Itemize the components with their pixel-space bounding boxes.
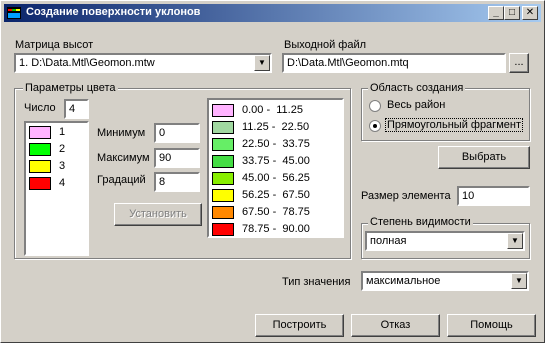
count-input[interactable]: 4: [64, 99, 89, 119]
color-num-4: 4: [59, 177, 66, 189]
output-label: Выходной файл: [284, 39, 367, 51]
window-title: Создание поверхности уклонов: [26, 6, 201, 18]
legend-row[interactable]: 11.25 - 22.50: [212, 120, 340, 135]
color-num-1: 1: [59, 126, 66, 138]
radio-rect[interactable]: Прямоугольный фрагмент: [369, 118, 527, 134]
legend-row[interactable]: 45.00 - 56.25: [212, 171, 340, 186]
legend-range: 33.75 - 45.00: [242, 155, 310, 167]
min-label: Минимум: [97, 127, 146, 139]
minimize-icon: _: [493, 7, 499, 18]
min-input[interactable]: 0: [154, 123, 200, 143]
color-swatch-1: [29, 126, 51, 139]
radio-all-circle[interactable]: [369, 100, 381, 112]
matrix-label: Матрица высот: [15, 39, 94, 51]
value-type-label: Тип значения: [282, 276, 351, 288]
grad-label: Градаций: [97, 174, 146, 186]
cancel-button-label: Отказ: [380, 319, 411, 331]
color-params-label: Параметры цвета: [23, 82, 118, 94]
help-button[interactable]: Помощь: [447, 314, 536, 337]
app-icon: [7, 7, 21, 19]
grad-value: 8: [159, 176, 166, 188]
color-swatch-4: [29, 177, 51, 190]
legend-swatch: [212, 189, 234, 202]
radio-selected-dot: [373, 124, 377, 128]
legend-swatch: [212, 206, 234, 219]
legend-row[interactable]: 0.00 - 11.25: [212, 103, 340, 118]
color-swatch-3: [29, 160, 51, 173]
cancel-button[interactable]: Отказ: [351, 314, 440, 337]
legend-range: 45.00 - 56.25: [242, 172, 310, 184]
element-size-label: Размер элемента: [361, 190, 451, 202]
legend-swatch: [212, 223, 234, 236]
visibility-value: полная: [370, 235, 407, 247]
element-size-input[interactable]: 10: [457, 186, 530, 206]
output-file-value: D:\Data.Mtl\Geomon.mtq: [287, 57, 409, 69]
select-button[interactable]: Выбрать: [438, 146, 530, 169]
min-value: 0: [159, 127, 166, 139]
matrix-select-value: 1. D:\Data.Mtl\Geomon.mtw: [19, 57, 155, 69]
legend-range: 22.50 - 33.75: [242, 138, 310, 150]
color-num-3: 3: [59, 160, 66, 172]
maximize-button[interactable]: □: [504, 6, 520, 20]
legend-range: 56.25 - 67.50: [242, 189, 310, 201]
max-input[interactable]: 90: [154, 148, 200, 168]
radio-all-label: Весь район: [387, 99, 446, 111]
legend-range: 0.00 - 11.25: [242, 104, 303, 116]
legend-row[interactable]: 67.50 - 78.75: [212, 205, 340, 220]
legend-swatch: [212, 121, 234, 134]
set-button[interactable]: Установить: [114, 203, 202, 226]
grad-input[interactable]: 8: [154, 172, 200, 192]
close-button[interactable]: ✕: [522, 6, 538, 20]
minimize-button[interactable]: _: [488, 6, 504, 20]
visibility-label: Степень видимости: [368, 216, 473, 228]
radio-rect-circle[interactable]: [369, 120, 381, 132]
chevron-down-icon[interactable]: ▼: [511, 273, 527, 289]
color-list[interactable]: 1 2 3 4: [24, 121, 89, 256]
browse-button-label: ...: [514, 56, 524, 68]
color-num-2: 2: [59, 143, 66, 155]
count-value: 4: [69, 103, 76, 115]
legend-swatch: [212, 138, 234, 151]
output-file-input[interactable]: D:\Data.Mtl\Geomon.mtq: [282, 53, 506, 73]
legend-swatch: [212, 172, 234, 185]
radio-rect-label: Прямоугольный фрагмент: [385, 118, 523, 132]
element-size-value: 10: [462, 190, 475, 202]
max-label: Максимум: [97, 152, 150, 164]
max-value: 90: [159, 152, 172, 164]
chevron-down-icon[interactable]: ▼: [254, 55, 270, 71]
legend-swatch: [212, 155, 234, 168]
matrix-select[interactable]: 1. D:\Data.Mtl\Geomon.mtw ▼: [14, 53, 272, 73]
legend-range: 78.75 - 90.00: [242, 223, 310, 235]
select-button-label: Выбрать: [461, 151, 507, 163]
chevron-down-icon[interactable]: ▼: [507, 233, 523, 249]
area-label: Область создания: [368, 82, 466, 94]
legend-swatch: [212, 104, 234, 117]
help-button-label: Помощь: [470, 319, 513, 331]
legend-row[interactable]: 56.25 - 67.50: [212, 188, 340, 203]
close-icon: ✕: [525, 7, 535, 18]
value-type-value: максимальное: [366, 275, 441, 287]
build-button[interactable]: Построить: [255, 314, 344, 337]
legend-row[interactable]: 33.75 - 45.00: [212, 154, 340, 169]
legend-range: 67.50 - 78.75: [242, 206, 310, 218]
value-type-select[interactable]: максимальное ▼: [361, 271, 529, 291]
set-button-label: Установить: [129, 208, 187, 220]
legend-list[interactable]: 0.00 - 11.25 11.25 - 22.50 22.50 - 33.75 33…: [207, 98, 344, 238]
legend-row[interactable]: 22.50 - 33.75: [212, 137, 340, 152]
visibility-select[interactable]: полная ▼: [365, 231, 525, 251]
radio-all[interactable]: Весь район: [369, 98, 519, 114]
dialog-window: Создание поверхности уклонов _ □ ✕ Матри…: [0, 0, 545, 343]
title-bar[interactable]: Создание поверхности уклонов _ □ ✕: [4, 4, 541, 22]
maximize-icon: □: [508, 7, 516, 18]
build-button-label: Построить: [272, 319, 327, 331]
legend-range: 11.25 - 22.50: [242, 121, 310, 133]
browse-button[interactable]: ...: [509, 53, 529, 73]
legend-row[interactable]: 78.75 - 90.00: [212, 222, 340, 237]
count-label: Число: [24, 102, 56, 114]
color-swatch-2: [29, 143, 51, 156]
